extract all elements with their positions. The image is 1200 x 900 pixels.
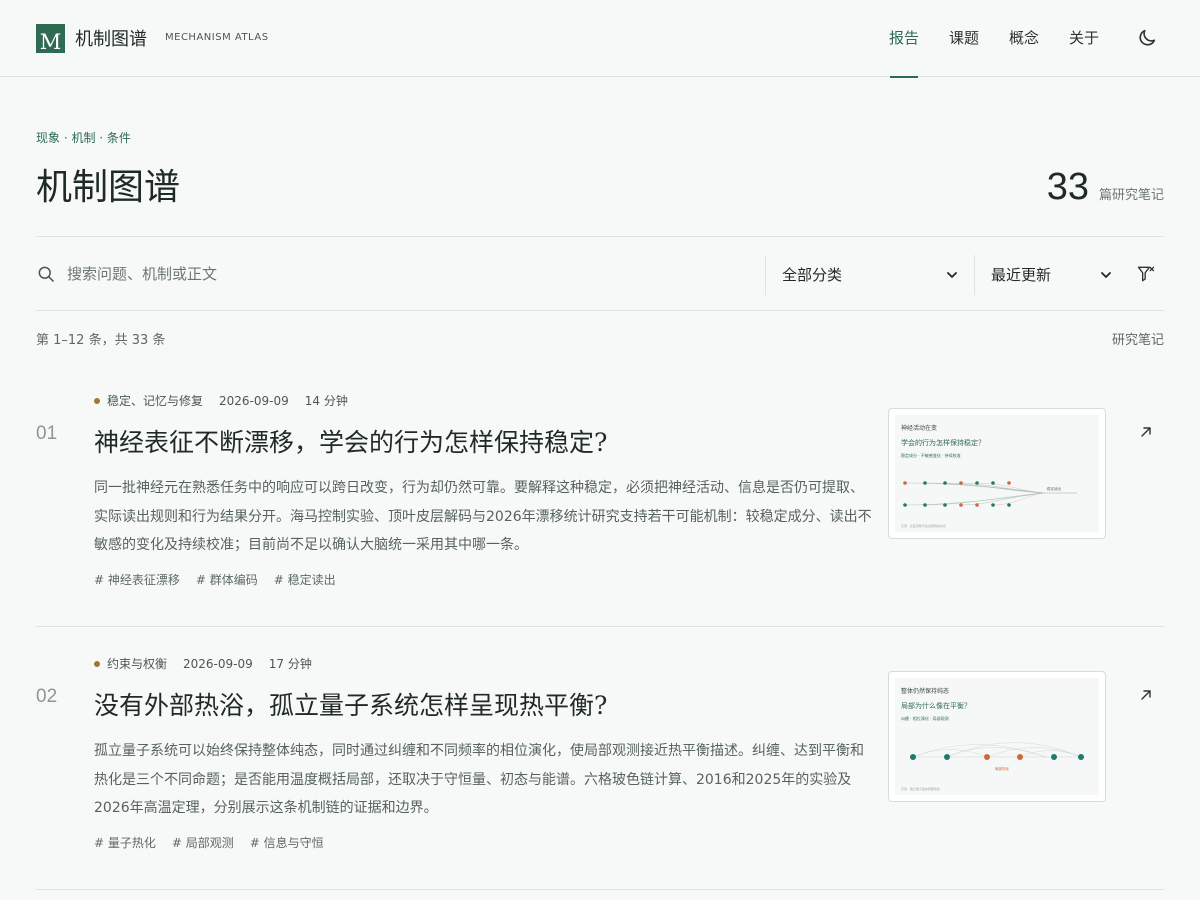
article-category[interactable]: 约束与权衡 (107, 655, 167, 672)
nav-item-topics[interactable]: 课题 (934, 0, 994, 77)
article-category[interactable]: 稳定、记忆与修复 (107, 392, 203, 409)
article-thumbnail[interactable]: 整体仍然保持纯态 局部为什么像在平衡？ 纠缠 · 相位演化 · 局部观测 局部热… (888, 671, 1106, 802)
note-count: 33 篇研究笔记 (1047, 166, 1164, 209)
article-date: 2026-09-09 (219, 393, 289, 408)
search-input[interactable] (67, 261, 747, 287)
thumbnail-caption: 整体仍然保持纯态 (901, 688, 950, 695)
thumbnail-end-label: 稳定读出 (1047, 486, 1062, 491)
thumbnail-footnote: 示意 · 孤立量子链的局部热化 (901, 787, 940, 791)
chevron-down-icon (947, 272, 957, 278)
note-count-label: 篇研究笔记 (1098, 188, 1164, 203)
article-tag[interactable]: # 稳定读出 (274, 571, 336, 588)
article-item: 02 约束与权衡 2026-09-09 17 分钟 没有外部热浴，孤立量子系统怎… (36, 628, 1164, 890)
sort-select[interactable]: 最近更新 (974, 255, 1112, 295)
thumbnail-caption: 神经活动在变 (901, 425, 938, 432)
article-index: 01 (36, 423, 58, 444)
page-eyebrow: 现象 · 机制 · 条件 (36, 131, 131, 145)
category-select-value: 全部分类 (782, 266, 843, 284)
article-meta: 稳定、记忆与修复 2026-09-09 14 分钟 (94, 392, 348, 409)
clear-filter-icon[interactable] (1136, 264, 1156, 284)
main-nav: 报告 课题 概念 关于 (874, 0, 1114, 78)
thumbnail-end-label: 局部热化 (995, 766, 1009, 771)
article-tag[interactable]: # 局部观测 (172, 834, 234, 851)
thumbnail-footnote: 示意 · 表征漂移与读出规则的关系 (901, 524, 946, 528)
result-type-label: 研究笔记 (1111, 333, 1164, 348)
chevron-down-icon (1101, 272, 1111, 278)
page-title: 机制图谱 (36, 167, 181, 208)
thumbnail-note: 稳定成分 · 不敏感变化 · 持续校准 (901, 453, 961, 458)
article-index: 02 (36, 686, 58, 707)
search-icon (38, 266, 54, 282)
sort-select-value: 最近更新 (991, 266, 1052, 284)
thumbnail-diagram: 稳定读出 (903, 481, 1077, 507)
article-tag[interactable]: # 信息与守恒 (250, 834, 324, 851)
article-item: 01 稳定、记忆与修复 2026-09-09 14 分钟 神经表征不断漂移，学会… (36, 365, 1164, 627)
category-select[interactable]: 全部分类 (765, 255, 958, 295)
article-title[interactable]: 神经表征不断漂移，学会的行为怎样保持稳定? (94, 423, 607, 459)
brand-subtitle: MECHANISM ATLAS (165, 32, 269, 43)
filter-toolbar: 全部分类 最近更新 (36, 236, 1164, 311)
thumbnail-question: 局部为什么像在平衡？ (901, 702, 971, 710)
article-tag[interactable]: # 量子热化 (94, 834, 156, 851)
note-count-number: 33 (1046, 166, 1089, 208)
thumbnail-canvas: 神经活动在变 学会的行为怎样保持稳定？ 稳定成分 · 不敏感变化 · 持续校准 (895, 415, 1099, 532)
thumbnail-nodes (903, 481, 1011, 507)
article-read-time: 14 分钟 (304, 394, 348, 408)
nav-item-reports[interactable]: 报告 (874, 0, 934, 78)
nav-item-concepts[interactable]: 概念 (994, 0, 1054, 77)
article-date: 2026-09-09 (183, 656, 253, 671)
brand-name[interactable]: 机制图谱 (75, 25, 147, 51)
thumbnail-canvas: 整体仍然保持纯态 局部为什么像在平衡？ 纠缠 · 相位演化 · 局部观测 局部热… (895, 678, 1099, 795)
article-tag[interactable]: # 群体编码 (196, 571, 258, 588)
article-title[interactable]: 没有外部热浴，孤立量子系统怎样呈现热平衡? (94, 686, 607, 722)
arrow-up-right-icon[interactable] (1139, 688, 1153, 702)
article-read-time: 17 分钟 (268, 657, 312, 671)
category-dot-icon (94, 660, 100, 667)
nav-item-about[interactable]: 关于 (1054, 0, 1114, 77)
top-bar: M 机制图谱 MECHANISM ATLAS 报告 课题 概念 关于 (0, 0, 1200, 78)
moon-icon[interactable] (1136, 27, 1158, 49)
thumbnail-question: 学会的行为怎样保持稳定？ (901, 439, 985, 447)
thumbnail-diagram: 局部热化 (910, 742, 1085, 771)
article-meta: 约束与权衡 2026-09-09 17 分钟 (94, 655, 312, 672)
article-tag[interactable]: # 神经表征漂移 (94, 571, 180, 588)
article-excerpt: 孤立量子系统可以始终保持整体纯态，同时通过纠缠和不同频率的相位演化，使局部观测接… (94, 743, 864, 816)
logo-mark[interactable]: M (36, 24, 65, 53)
article-tags: # 神经表征漂移 # 群体编码 # 稳定读出 (94, 571, 352, 588)
article-thumbnail[interactable]: 神经活动在变 学会的行为怎样保持稳定？ 稳定成分 · 不敏感变化 · 持续校准 (888, 408, 1106, 539)
article-tags: # 量子热化 # 局部观测 # 信息与守恒 (94, 834, 340, 851)
category-dot-icon (94, 397, 100, 404)
thumbnail-note: 纠缠 · 相位演化 · 局部观测 (901, 716, 949, 721)
arrow-up-right-icon[interactable] (1139, 425, 1153, 439)
result-range: 第 1–12 条，共 33 条 (36, 333, 166, 348)
article-excerpt: 同一批神经元在熟悉任务中的响应可以跨日改变，行为却仍然可靠。要解释这种稳定，必须… (94, 480, 872, 553)
